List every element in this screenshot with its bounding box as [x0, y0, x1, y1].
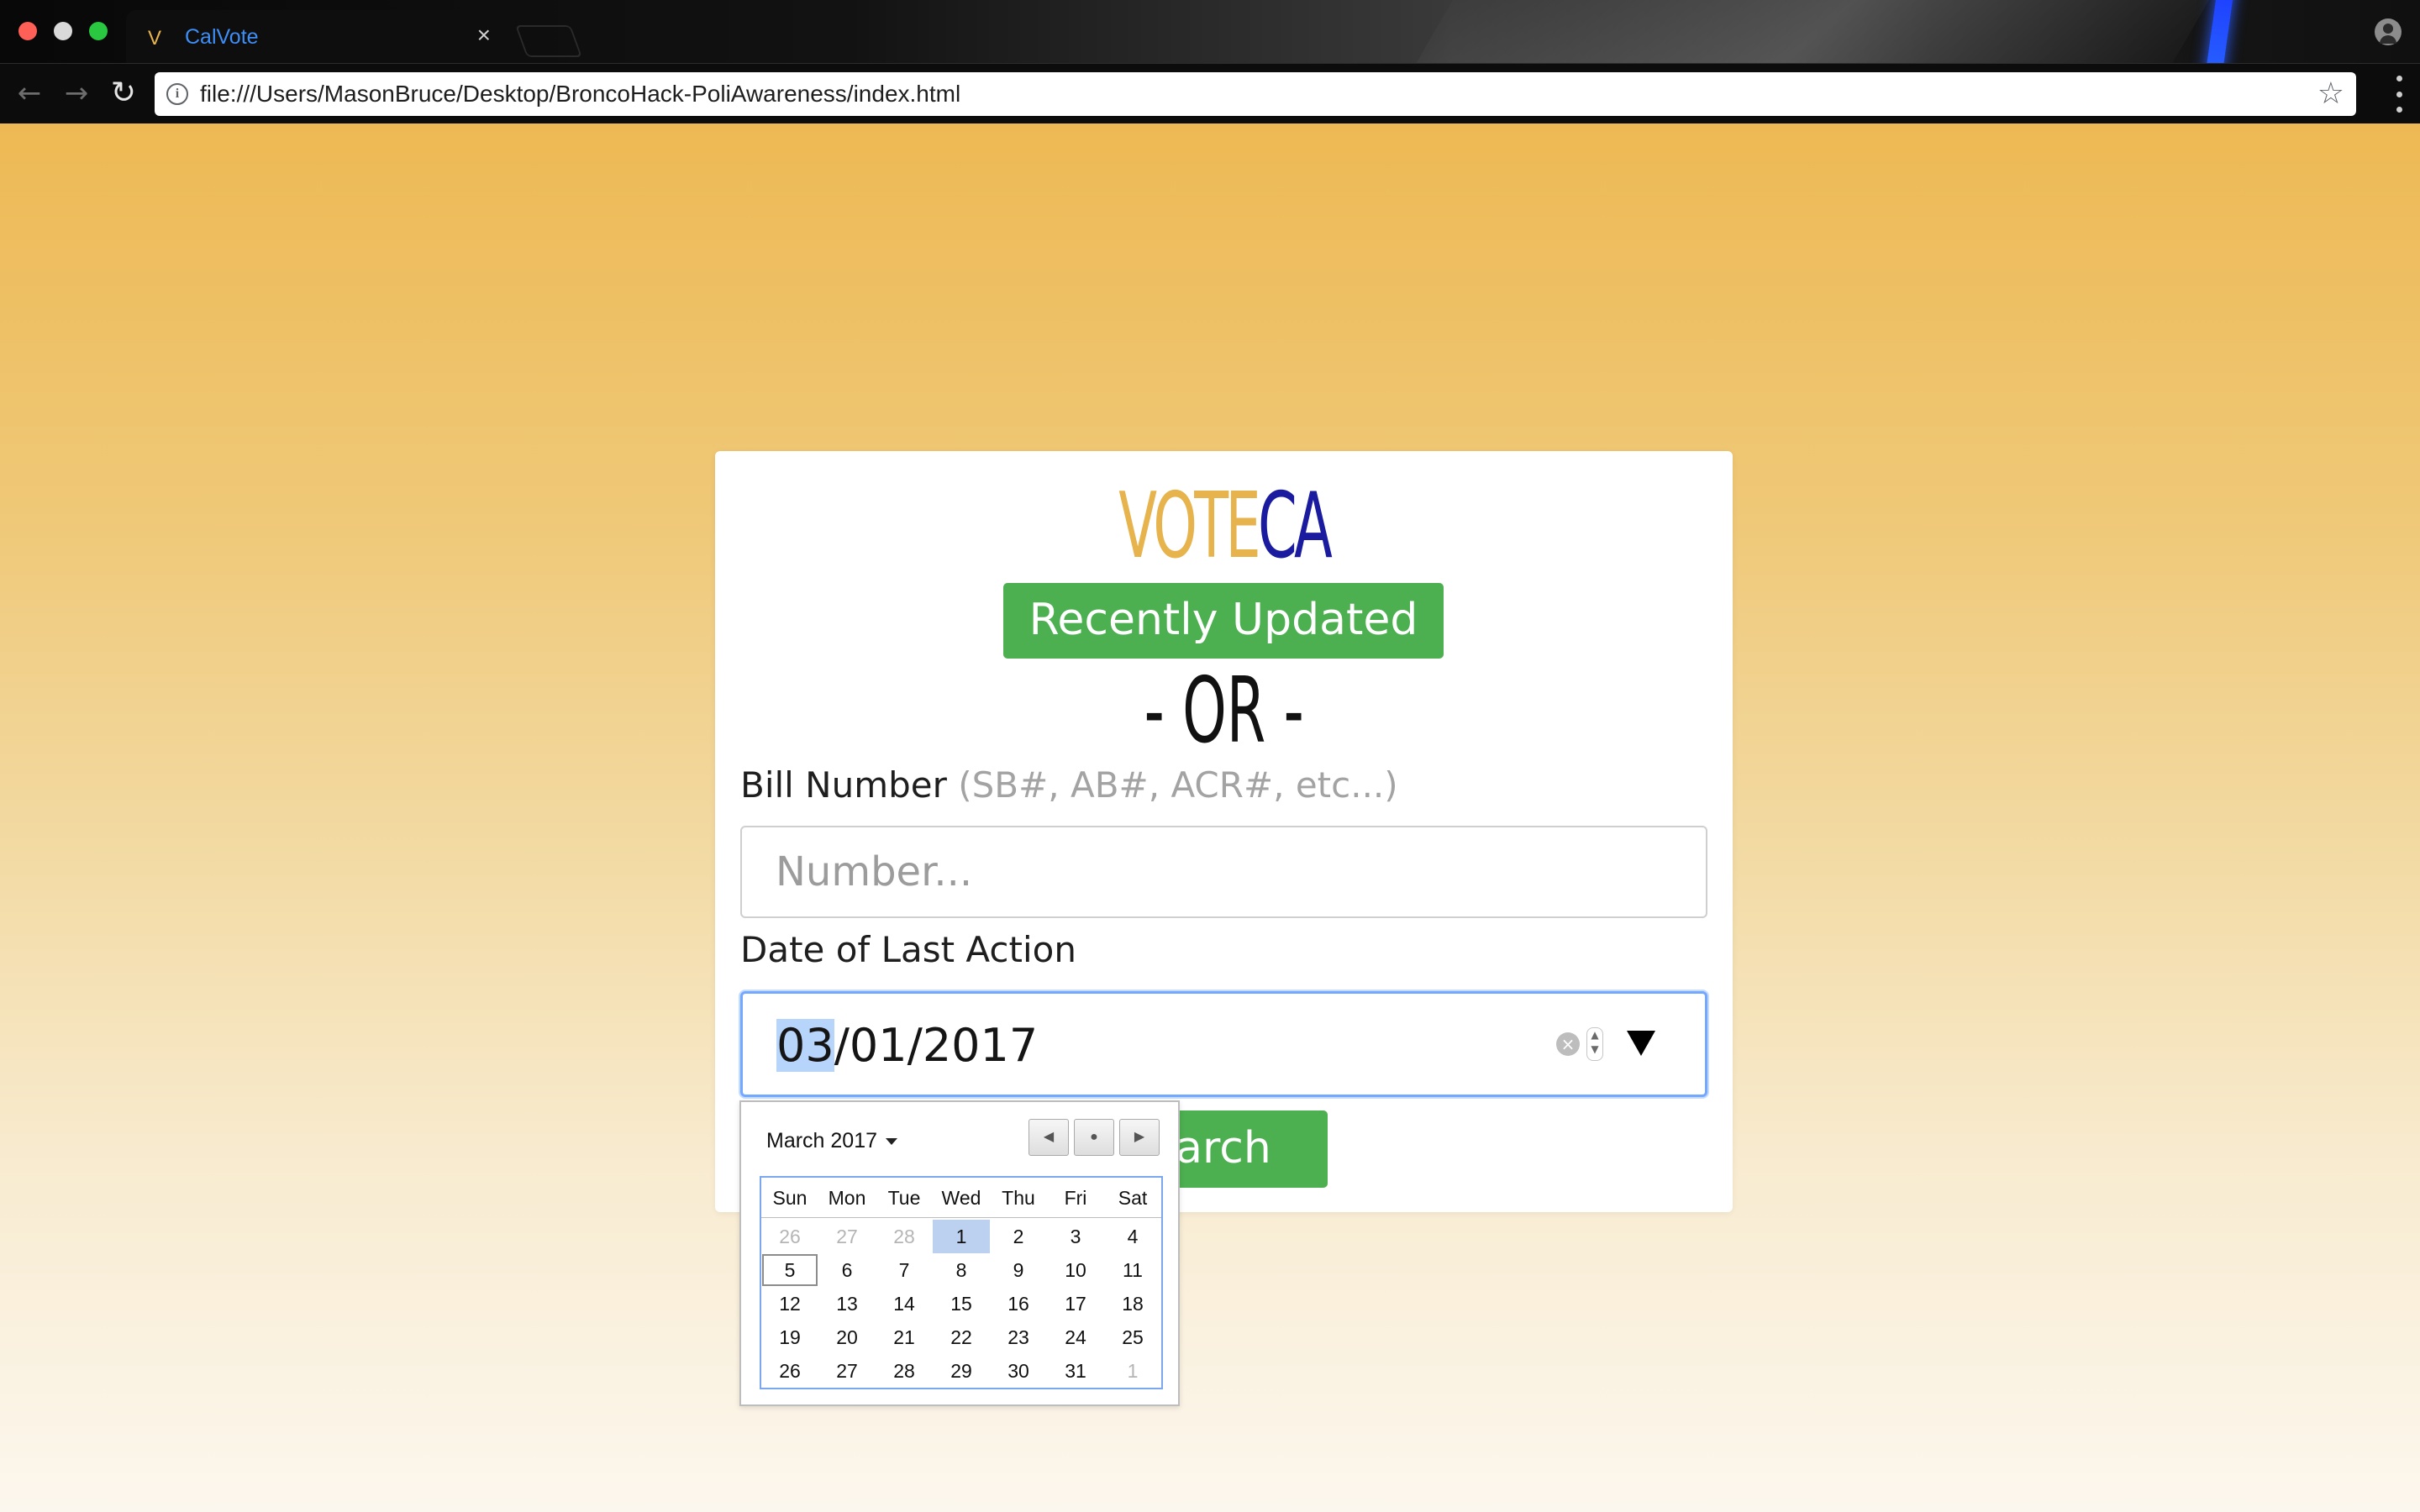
browser-tab[interactable]: V CalVote × — [126, 10, 513, 63]
calendar-day[interactable]: 19 — [761, 1320, 818, 1354]
today-button[interactable]: ● — [1074, 1119, 1114, 1156]
wallpaper-decoration — [1375, 0, 2238, 63]
browser-toolbar: ← → ↻ i file:///Users/MasonBruce/Desktop… — [0, 63, 2420, 123]
month-label: March 2017 — [766, 1129, 878, 1152]
date-value[interactable]: 03/01/2017 — [776, 1019, 1038, 1072]
or-divider: - OR - — [1144, 659, 1304, 764]
reload-icon[interactable]: ↻ — [104, 74, 143, 113]
weekday-mon: Mon — [828, 1187, 866, 1209]
calendar-day[interactable]: 28 — [876, 1354, 933, 1388]
calendar-day[interactable]: 27 — [818, 1220, 876, 1253]
calendar-week: 26 27 28 1 2 3 4 — [761, 1220, 1161, 1253]
forward-arrow-icon[interactable]: → — [57, 74, 96, 113]
calendar-day[interactable]: 5 — [761, 1253, 818, 1287]
calendar-day[interactable]: 11 — [1104, 1253, 1161, 1287]
bill-number-label: Bill Number (SB#, AB#, ACR#, etc...) — [740, 764, 1398, 806]
calendar-day[interactable]: 1 — [933, 1220, 990, 1253]
bill-number-hint: (SB#, AB#, ACR#, etc...) — [958, 764, 1398, 806]
favicon-icon: V — [148, 27, 162, 50]
calendar-week: 12 13 14 15 16 17 18 — [761, 1287, 1161, 1320]
calendar-day[interactable]: 16 — [990, 1287, 1047, 1320]
tab-title: CalVote — [185, 25, 259, 49]
clear-date-icon[interactable]: × — [1556, 1032, 1580, 1056]
calendar-days: 26 27 28 1 2 3 4 5 6 7 8 9 10 11 12 13 14 15 16 17 18 19 20 21 2… — [761, 1218, 1161, 1388]
logo-vote: VOTE — [1118, 474, 1260, 579]
month-select[interactable]: March 2017 — [766, 1129, 898, 1153]
weekday-sat: Sat — [1118, 1187, 1148, 1209]
calendar-dropdown-icon[interactable] — [1627, 1031, 1655, 1056]
calendar-day[interactable]: 15 — [933, 1287, 990, 1320]
url-text[interactable]: file:///Users/MasonBruce/Desktop/BroncoH… — [200, 81, 960, 108]
weekday-fri: Fri — [1064, 1187, 1087, 1209]
calendar-day[interactable]: 4 — [1104, 1220, 1161, 1253]
browser-tabstrip: V CalVote × — [0, 0, 2420, 63]
minimize-window-button[interactable] — [54, 22, 72, 40]
wallpaper-decoration — [2202, 0, 2235, 63]
weekday-header: Sun Mon Tue Wed Thu Fri Sat — [761, 1178, 1161, 1218]
calendar-day[interactable]: 28 — [876, 1220, 933, 1253]
calendar-day[interactable]: 23 — [990, 1320, 1047, 1354]
calendar-day[interactable]: 26 — [761, 1220, 818, 1253]
date-input[interactable]: 03/01/2017 × ▲ ▼ — [740, 991, 1707, 1097]
calendar-day[interactable]: 8 — [933, 1253, 990, 1287]
close-window-button[interactable] — [18, 22, 37, 40]
bill-number-input[interactable] — [740, 826, 1707, 918]
weekday-tue: Tue — [887, 1187, 921, 1209]
calendar-day[interactable]: 7 — [876, 1253, 933, 1287]
calendar-day[interactable]: 14 — [876, 1287, 933, 1320]
calendar-day[interactable]: 17 — [1047, 1287, 1104, 1320]
calendar-week: 19 20 21 22 23 24 25 — [761, 1320, 1161, 1354]
calendar-day[interactable]: 10 — [1047, 1253, 1104, 1287]
calendar-day[interactable]: 31 — [1047, 1354, 1104, 1388]
weekday-wed: Wed — [941, 1187, 981, 1209]
new-tab-button[interactable] — [515, 25, 582, 57]
date-rest-segment[interactable]: /01/2017 — [834, 1019, 1039, 1072]
page-viewport: VOTECA Recently Updated - OR - Bill Numb… — [0, 123, 2420, 1512]
address-bar[interactable]: i file:///Users/MasonBruce/Desktop/Bronc… — [155, 72, 2356, 116]
date-spinner-icon[interactable]: ▲ ▼ — [1586, 1027, 1603, 1061]
calendar-day[interactable]: 25 — [1104, 1320, 1161, 1354]
close-tab-icon[interactable]: × — [477, 22, 491, 49]
star-icon[interactable]: ☆ — [2317, 76, 2344, 113]
calendar-day[interactable]: 9 — [990, 1253, 1047, 1287]
weekday-sun: Sun — [772, 1187, 808, 1209]
calendar-day[interactable]: 18 — [1104, 1287, 1161, 1320]
info-icon[interactable]: i — [166, 83, 188, 105]
search-card: VOTECA Recently Updated - OR - Bill Numb… — [715, 451, 1733, 1212]
calendar-day[interactable]: 12 — [761, 1287, 818, 1320]
date-label: Date of Last Action — [740, 929, 1076, 970]
date-month-segment[interactable]: 03 — [776, 1019, 834, 1072]
calendar-day[interactable]: 6 — [818, 1253, 876, 1287]
maximize-window-button[interactable] — [89, 22, 108, 40]
calendar-day[interactable]: 22 — [933, 1320, 990, 1354]
calendar-day[interactable]: 26 — [761, 1354, 818, 1388]
logo: VOTECA — [908, 476, 1539, 577]
calendar-grid: Sun Mon Tue Wed Thu Fri Sat 26 27 28 1 2 3 4 5 6 7 8 9 10 1… — [760, 1176, 1163, 1389]
calendar-day[interactable]: 20 — [818, 1320, 876, 1354]
calendar-week: 26 27 28 29 30 31 1 — [761, 1354, 1161, 1388]
logo-ca: CA — [1257, 474, 1333, 579]
menu-icon[interactable] — [2395, 76, 2403, 113]
calendar-day[interactable]: 30 — [990, 1354, 1047, 1388]
calendar-day[interactable]: 24 — [1047, 1320, 1104, 1354]
previous-month-button[interactable]: ◀ — [1028, 1119, 1069, 1156]
calendar-day[interactable]: 2 — [990, 1220, 1047, 1253]
calendar-day[interactable]: 13 — [818, 1287, 876, 1320]
month-caret-icon — [886, 1138, 898, 1146]
calendar-day[interactable]: 21 — [876, 1320, 933, 1354]
weekday-thu: Thu — [1002, 1187, 1035, 1209]
date-picker-popup: March 2017 ◀ ● ▶ Sun Mon Tue Wed Thu Fri Sat 2… — [739, 1100, 1180, 1406]
bill-number-label-text: Bill Number — [740, 764, 947, 806]
next-month-button[interactable]: ▶ — [1119, 1119, 1160, 1156]
back-arrow-icon[interactable]: ← — [10, 74, 49, 113]
recently-updated-button[interactable]: Recently Updated — [1003, 583, 1444, 659]
calendar-week: 5 6 7 8 9 10 11 — [761, 1253, 1161, 1287]
calendar-day[interactable]: 3 — [1047, 1220, 1104, 1253]
calendar-day[interactable]: 27 — [818, 1354, 876, 1388]
calendar-day[interactable]: 1 — [1104, 1354, 1161, 1388]
calendar-day[interactable]: 29 — [933, 1354, 990, 1388]
profile-icon[interactable] — [2375, 18, 2402, 45]
